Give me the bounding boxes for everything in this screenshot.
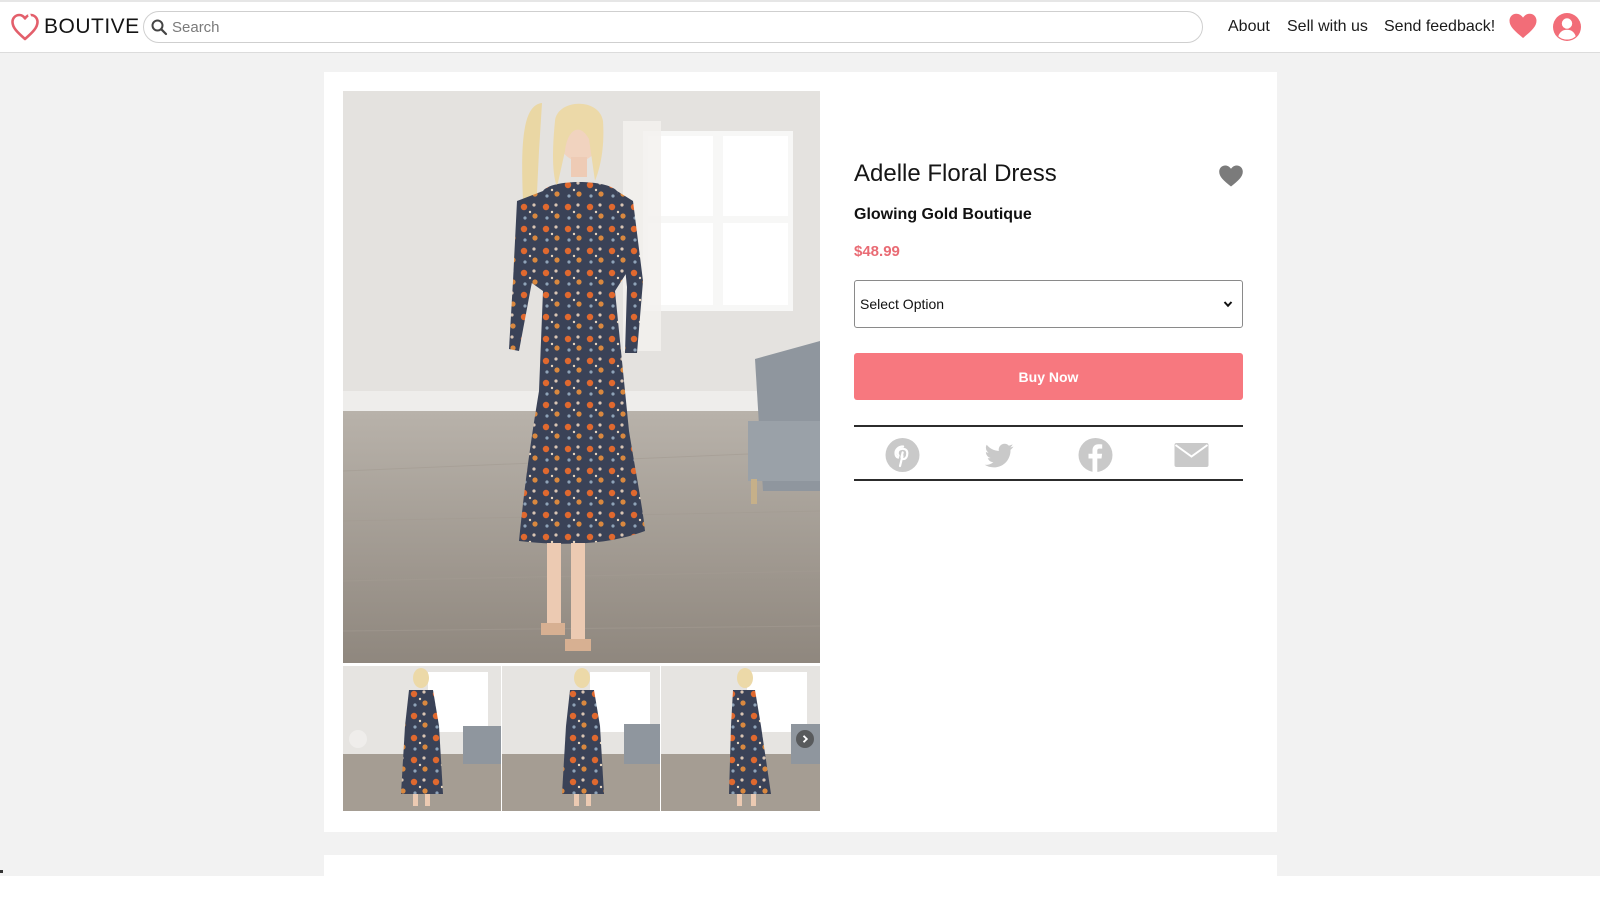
twitter-icon[interactable]: [980, 437, 1017, 473]
top-navbar: BOUTIVE About Sell with us Send feedback…: [0, 0, 1600, 53]
option-select-value: Select Option: [860, 296, 945, 312]
product-card: Adelle Floral Dress Glowing Gold Boutiqu…: [324, 72, 1277, 832]
heart-icon[interactable]: [1218, 164, 1244, 188]
heart-outline-icon: [11, 13, 39, 41]
thumbnail-drawing: [502, 666, 660, 811]
chevron-down-icon: [1223, 301, 1233, 308]
buy-now-button[interactable]: Buy Now: [854, 353, 1243, 400]
share-bar: [854, 425, 1243, 481]
heart-icon[interactable]: [1508, 12, 1538, 40]
prev-thumbnail-button[interactable]: [349, 730, 367, 748]
nav-feedback-link[interactable]: Send feedback!: [1384, 0, 1495, 53]
shop-name-link[interactable]: Glowing Gold Boutique: [854, 206, 1032, 224]
facebook-icon[interactable]: [1077, 437, 1114, 473]
thumbnail-image[interactable]: [502, 666, 661, 811]
thumbnail-strip: [343, 666, 820, 811]
nav-sell-link[interactable]: Sell with us: [1287, 0, 1368, 53]
logo-text: BOUTIVE: [44, 15, 140, 38]
chevron-right-icon: [802, 735, 809, 743]
corner-mark: [0, 870, 3, 873]
search-icon: [151, 19, 168, 36]
product-title: Adelle Floral Dress: [854, 160, 1057, 187]
thumbnail-image[interactable]: [343, 666, 502, 811]
option-select[interactable]: Select Option: [854, 280, 1243, 328]
user-circle-icon[interactable]: [1552, 12, 1582, 42]
search-input[interactable]: [172, 13, 1202, 41]
product-price: $48.99: [854, 243, 900, 260]
thumbnail-image[interactable]: [661, 666, 820, 811]
email-icon[interactable]: [1173, 437, 1210, 473]
search-bar[interactable]: [143, 11, 1203, 43]
next-thumbnail-button[interactable]: [796, 730, 814, 748]
logo-link[interactable]: BOUTIVE: [10, 12, 140, 42]
pinterest-icon[interactable]: [884, 437, 921, 473]
main-product-image[interactable]: [343, 91, 820, 663]
main-photo-drawing: [343, 91, 820, 663]
bottom-strip: [0, 876, 1600, 900]
nav-about-link[interactable]: About: [1228, 0, 1270, 53]
